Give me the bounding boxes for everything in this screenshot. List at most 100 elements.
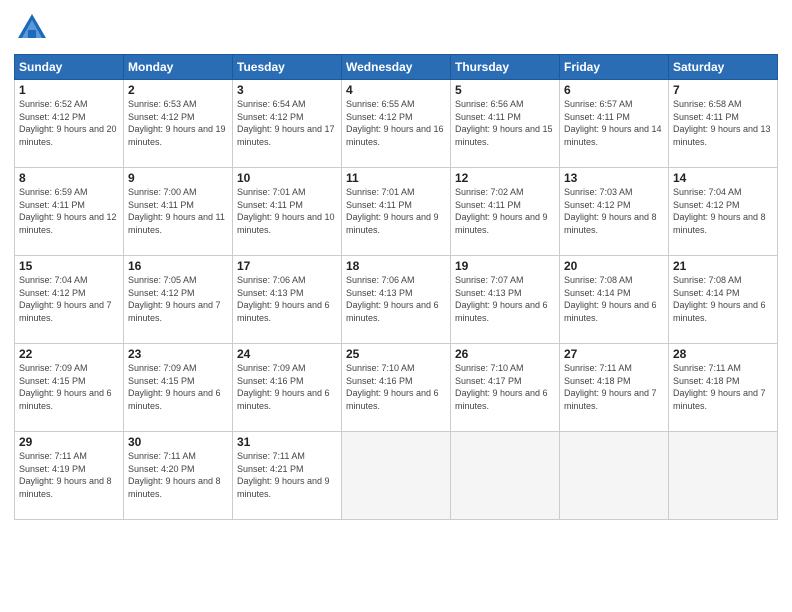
day-cell-31: 31Sunrise: 7:11 AM Sunset: 4:21 PM Dayli… (233, 432, 342, 520)
day-cell-2: 2Sunrise: 6:53 AM Sunset: 4:12 PM Daylig… (124, 80, 233, 168)
day-cell-6: 6Sunrise: 6:57 AM Sunset: 4:11 PM Daylig… (560, 80, 669, 168)
day-number: 3 (237, 83, 337, 97)
day-cell-11: 11Sunrise: 7:01 AM Sunset: 4:11 PM Dayli… (342, 168, 451, 256)
day-cell-1: 1Sunrise: 6:52 AM Sunset: 4:12 PM Daylig… (15, 80, 124, 168)
empty-cell (342, 432, 451, 520)
weekday-header-thursday: Thursday (451, 55, 560, 80)
week-row-0: 1Sunrise: 6:52 AM Sunset: 4:12 PM Daylig… (15, 80, 778, 168)
day-cell-15: 15Sunrise: 7:04 AM Sunset: 4:12 PM Dayli… (15, 256, 124, 344)
day-cell-5: 5Sunrise: 6:56 AM Sunset: 4:11 PM Daylig… (451, 80, 560, 168)
weekday-header-saturday: Saturday (669, 55, 778, 80)
day-cell-29: 29Sunrise: 7:11 AM Sunset: 4:19 PM Dayli… (15, 432, 124, 520)
day-number: 25 (346, 347, 446, 361)
day-number: 7 (673, 83, 773, 97)
day-cell-13: 13Sunrise: 7:03 AM Sunset: 4:12 PM Dayli… (560, 168, 669, 256)
day-number: 19 (455, 259, 555, 273)
weekday-header-friday: Friday (560, 55, 669, 80)
day-cell-10: 10Sunrise: 7:01 AM Sunset: 4:11 PM Dayli… (233, 168, 342, 256)
day-cell-9: 9Sunrise: 7:00 AM Sunset: 4:11 PM Daylig… (124, 168, 233, 256)
day-info: Sunrise: 6:59 AM Sunset: 4:11 PM Dayligh… (19, 186, 119, 236)
day-cell-19: 19Sunrise: 7:07 AM Sunset: 4:13 PM Dayli… (451, 256, 560, 344)
day-info: Sunrise: 7:11 AM Sunset: 4:20 PM Dayligh… (128, 450, 228, 500)
day-cell-21: 21Sunrise: 7:08 AM Sunset: 4:14 PM Dayli… (669, 256, 778, 344)
day-number: 10 (237, 171, 337, 185)
day-cell-17: 17Sunrise: 7:06 AM Sunset: 4:13 PM Dayli… (233, 256, 342, 344)
day-info: Sunrise: 6:56 AM Sunset: 4:11 PM Dayligh… (455, 98, 555, 148)
day-info: Sunrise: 7:01 AM Sunset: 4:11 PM Dayligh… (346, 186, 446, 236)
day-cell-26: 26Sunrise: 7:10 AM Sunset: 4:17 PM Dayli… (451, 344, 560, 432)
day-info: Sunrise: 7:02 AM Sunset: 4:11 PM Dayligh… (455, 186, 555, 236)
day-info: Sunrise: 7:07 AM Sunset: 4:13 PM Dayligh… (455, 274, 555, 324)
day-cell-16: 16Sunrise: 7:05 AM Sunset: 4:12 PM Dayli… (124, 256, 233, 344)
day-number: 16 (128, 259, 228, 273)
day-info: Sunrise: 6:53 AM Sunset: 4:12 PM Dayligh… (128, 98, 228, 148)
day-number: 23 (128, 347, 228, 361)
day-info: Sunrise: 7:00 AM Sunset: 4:11 PM Dayligh… (128, 186, 228, 236)
weekday-header-monday: Monday (124, 55, 233, 80)
day-info: Sunrise: 6:58 AM Sunset: 4:11 PM Dayligh… (673, 98, 773, 148)
day-cell-30: 30Sunrise: 7:11 AM Sunset: 4:20 PM Dayli… (124, 432, 233, 520)
weekday-header-tuesday: Tuesday (233, 55, 342, 80)
day-number: 13 (564, 171, 664, 185)
logo (14, 10, 54, 46)
day-cell-18: 18Sunrise: 7:06 AM Sunset: 4:13 PM Dayli… (342, 256, 451, 344)
day-cell-23: 23Sunrise: 7:09 AM Sunset: 4:15 PM Dayli… (124, 344, 233, 432)
week-row-3: 22Sunrise: 7:09 AM Sunset: 4:15 PM Dayli… (15, 344, 778, 432)
day-number: 6 (564, 83, 664, 97)
header (14, 10, 778, 46)
week-row-2: 15Sunrise: 7:04 AM Sunset: 4:12 PM Dayli… (15, 256, 778, 344)
day-info: Sunrise: 6:52 AM Sunset: 4:12 PM Dayligh… (19, 98, 119, 148)
day-info: Sunrise: 7:10 AM Sunset: 4:16 PM Dayligh… (346, 362, 446, 412)
day-cell-8: 8Sunrise: 6:59 AM Sunset: 4:11 PM Daylig… (15, 168, 124, 256)
day-number: 22 (19, 347, 119, 361)
day-info: Sunrise: 7:06 AM Sunset: 4:13 PM Dayligh… (237, 274, 337, 324)
day-number: 20 (564, 259, 664, 273)
day-info: Sunrise: 7:04 AM Sunset: 4:12 PM Dayligh… (673, 186, 773, 236)
day-cell-3: 3Sunrise: 6:54 AM Sunset: 4:12 PM Daylig… (233, 80, 342, 168)
day-cell-20: 20Sunrise: 7:08 AM Sunset: 4:14 PM Dayli… (560, 256, 669, 344)
day-cell-28: 28Sunrise: 7:11 AM Sunset: 4:18 PM Dayli… (669, 344, 778, 432)
day-cell-22: 22Sunrise: 7:09 AM Sunset: 4:15 PM Dayli… (15, 344, 124, 432)
weekday-header-row: SundayMondayTuesdayWednesdayThursdayFrid… (15, 55, 778, 80)
day-info: Sunrise: 7:10 AM Sunset: 4:17 PM Dayligh… (455, 362, 555, 412)
day-number: 11 (346, 171, 446, 185)
day-info: Sunrise: 7:11 AM Sunset: 4:19 PM Dayligh… (19, 450, 119, 500)
day-number: 29 (19, 435, 119, 449)
day-info: Sunrise: 6:54 AM Sunset: 4:12 PM Dayligh… (237, 98, 337, 148)
day-number: 8 (19, 171, 119, 185)
day-cell-27: 27Sunrise: 7:11 AM Sunset: 4:18 PM Dayli… (560, 344, 669, 432)
day-info: Sunrise: 7:11 AM Sunset: 4:18 PM Dayligh… (673, 362, 773, 412)
day-info: Sunrise: 7:11 AM Sunset: 4:21 PM Dayligh… (237, 450, 337, 500)
day-number: 5 (455, 83, 555, 97)
day-number: 27 (564, 347, 664, 361)
day-info: Sunrise: 7:05 AM Sunset: 4:12 PM Dayligh… (128, 274, 228, 324)
day-number: 26 (455, 347, 555, 361)
calendar-table: SundayMondayTuesdayWednesdayThursdayFrid… (14, 54, 778, 520)
day-number: 17 (237, 259, 337, 273)
day-number: 9 (128, 171, 228, 185)
day-cell-25: 25Sunrise: 7:10 AM Sunset: 4:16 PM Dayli… (342, 344, 451, 432)
weekday-header-sunday: Sunday (15, 55, 124, 80)
day-cell-24: 24Sunrise: 7:09 AM Sunset: 4:16 PM Dayli… (233, 344, 342, 432)
day-cell-4: 4Sunrise: 6:55 AM Sunset: 4:12 PM Daylig… (342, 80, 451, 168)
week-row-4: 29Sunrise: 7:11 AM Sunset: 4:19 PM Dayli… (15, 432, 778, 520)
day-info: Sunrise: 7:09 AM Sunset: 4:16 PM Dayligh… (237, 362, 337, 412)
day-info: Sunrise: 7:06 AM Sunset: 4:13 PM Dayligh… (346, 274, 446, 324)
day-number: 30 (128, 435, 228, 449)
day-info: Sunrise: 7:08 AM Sunset: 4:14 PM Dayligh… (673, 274, 773, 324)
day-info: Sunrise: 7:03 AM Sunset: 4:12 PM Dayligh… (564, 186, 664, 236)
weekday-header-wednesday: Wednesday (342, 55, 451, 80)
day-number: 24 (237, 347, 337, 361)
page: SundayMondayTuesdayWednesdayThursdayFrid… (0, 0, 792, 612)
day-number: 21 (673, 259, 773, 273)
day-cell-12: 12Sunrise: 7:02 AM Sunset: 4:11 PM Dayli… (451, 168, 560, 256)
day-number: 2 (128, 83, 228, 97)
day-number: 28 (673, 347, 773, 361)
day-number: 14 (673, 171, 773, 185)
day-info: Sunrise: 7:01 AM Sunset: 4:11 PM Dayligh… (237, 186, 337, 236)
logo-icon (14, 10, 50, 46)
day-info: Sunrise: 7:04 AM Sunset: 4:12 PM Dayligh… (19, 274, 119, 324)
day-info: Sunrise: 7:11 AM Sunset: 4:18 PM Dayligh… (564, 362, 664, 412)
day-number: 12 (455, 171, 555, 185)
day-info: Sunrise: 6:57 AM Sunset: 4:11 PM Dayligh… (564, 98, 664, 148)
